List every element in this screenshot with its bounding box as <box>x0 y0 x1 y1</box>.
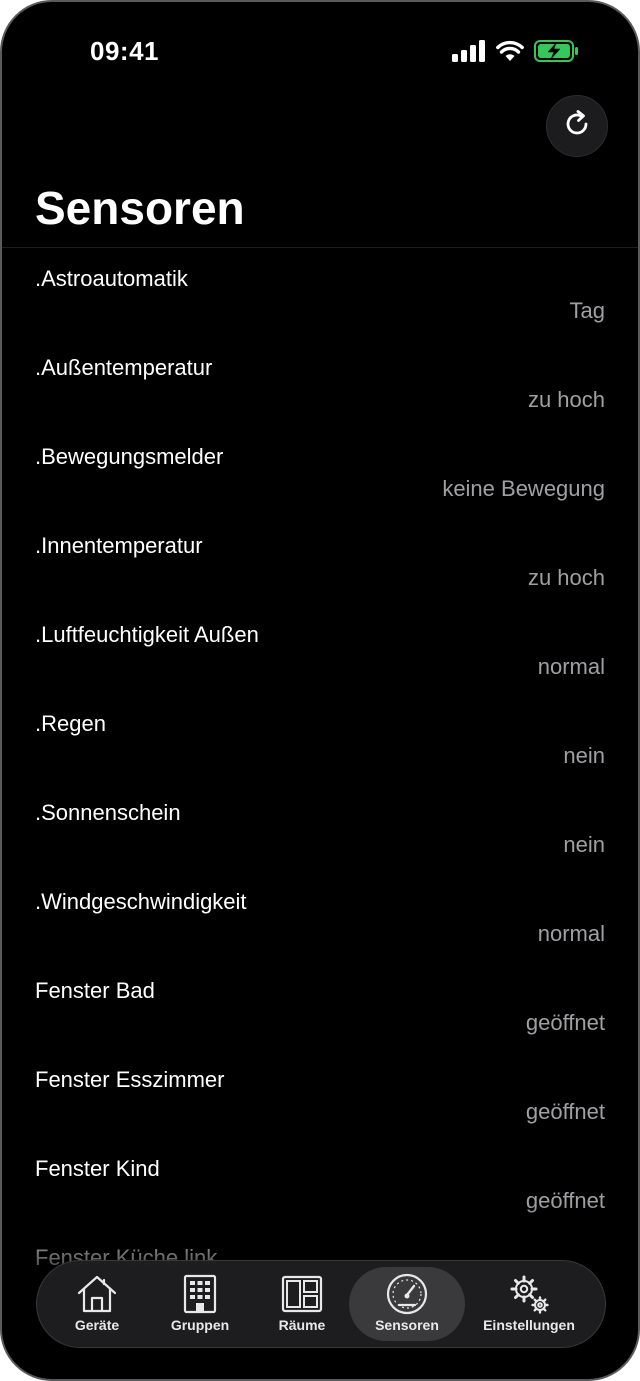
tab-raeume[interactable]: Räume <box>257 1267 347 1341</box>
sensor-name: .Astroautomatik <box>35 266 188 291</box>
tab-label: Gruppen <box>170 1317 230 1333</box>
list-item[interactable]: .Sonnenschein nein <box>2 782 638 871</box>
refresh-icon <box>561 108 593 145</box>
house-icon <box>76 1273 118 1315</box>
list-item[interactable]: .Astroautomatik Tag <box>2 248 638 337</box>
sensor-name: Fenster Esszimmer <box>35 1067 225 1092</box>
gears-icon <box>507 1273 551 1315</box>
sensor-value: geöffnet <box>525 1010 605 1035</box>
sensor-name: Fenster Bad <box>35 978 155 1003</box>
list-item[interactable]: .Windgeschwindigkeit normal <box>2 871 638 960</box>
status-icons <box>452 40 580 67</box>
list-item[interactable]: .Regen nein <box>2 693 638 782</box>
tab-label: Räume <box>278 1317 326 1333</box>
sensor-name: .Sonnenschein <box>35 800 181 825</box>
refresh-button[interactable] <box>546 95 608 157</box>
sensor-value: keine Bewegung <box>442 476 605 501</box>
sensor-name: .Innentemperatur <box>35 533 203 558</box>
rooms-layout-icon <box>281 1273 323 1315</box>
list-item[interactable]: .Luftfeuchtigkeit Außen normal <box>2 604 638 693</box>
tab-sensoren[interactable]: Sensoren <box>349 1267 465 1341</box>
tab-label: Einstellungen <box>483 1317 575 1333</box>
sensor-value: zu hoch <box>527 565 605 590</box>
page-title: Sensoren <box>35 182 245 234</box>
list-item[interactable]: Fenster Kind geöffnet <box>2 1138 638 1227</box>
sensor-list[interactable]: .Astroautomatik Tag .Außentemperatur zu … <box>2 248 638 1268</box>
sensor-name: .Bewegungsmelder <box>35 444 224 469</box>
tab-bar: Geräte Gruppen Räume Sensoren Einstellun… <box>36 1260 606 1348</box>
sensor-value: zu hoch <box>527 387 605 412</box>
list-item[interactable]: Fenster Bad geöffnet <box>2 960 638 1049</box>
sensor-name: Fenster Kind <box>35 1156 160 1181</box>
wifi-icon <box>496 40 524 67</box>
status-time: 09:41 <box>90 36 159 66</box>
battery-charging-icon <box>534 40 580 67</box>
sensor-name: .Regen <box>35 711 106 736</box>
sensor-value: normal <box>537 921 605 946</box>
tab-einstellungen[interactable]: Einstellungen <box>473 1267 585 1341</box>
sensor-value: nein <box>563 832 605 857</box>
sensor-name: .Windgeschwindigkeit <box>35 889 247 914</box>
sensor-value: nein <box>563 743 605 768</box>
list-item[interactable]: .Innentemperatur zu hoch <box>2 515 638 604</box>
list-item[interactable]: .Bewegungsmelder keine Bewegung <box>2 426 638 515</box>
list-item[interactable]: Fenster Esszimmer geöffnet <box>2 1049 638 1138</box>
cellular-signal-icon <box>452 40 486 67</box>
sensor-value: geöffnet <box>525 1099 605 1124</box>
status-bar: 09:41 <box>2 2 638 102</box>
tab-gruppen[interactable]: Gruppen <box>152 1267 248 1341</box>
tab-label: Geräte <box>74 1317 120 1333</box>
sensor-name: .Außentemperatur <box>35 355 213 380</box>
sensor-value: Tag <box>569 298 605 323</box>
tab-label: Sensoren <box>375 1317 439 1333</box>
sensor-value: geöffnet <box>525 1188 605 1213</box>
sensor-value: normal <box>537 654 605 679</box>
building-icon <box>182 1273 218 1315</box>
sensor-name: .Luftfeuchtigkeit Außen <box>35 622 259 647</box>
gauge-icon <box>386 1273 428 1315</box>
phone-screen: 09:41 Sensoren .Astroautomatik Tag .Auße… <box>0 0 640 1381</box>
tab-geraete[interactable]: Geräte <box>51 1267 143 1341</box>
list-item[interactable]: .Außentemperatur zu hoch <box>2 337 638 426</box>
